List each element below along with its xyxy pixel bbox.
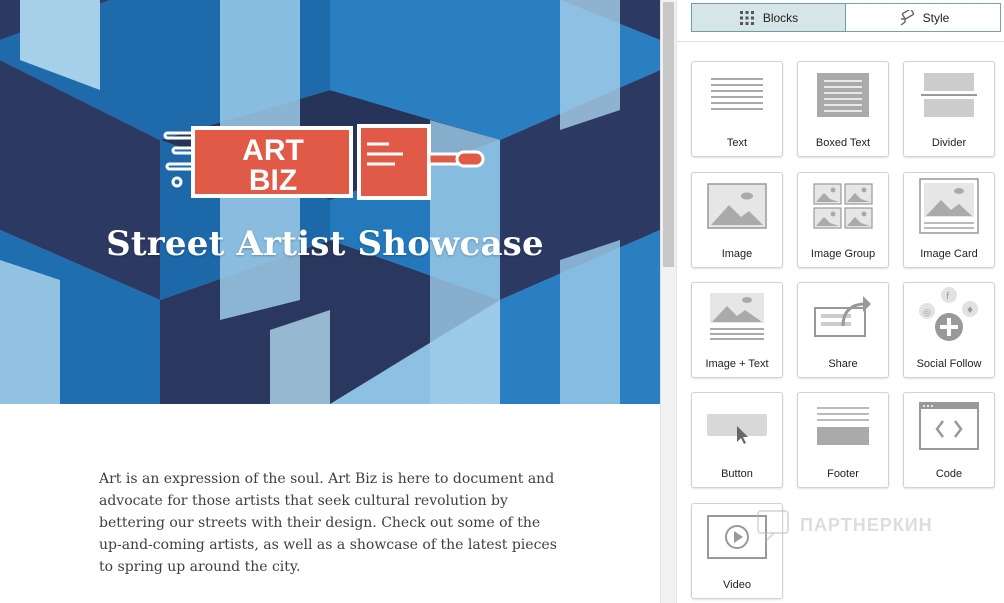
block-video[interactable]: Video — [691, 503, 783, 599]
block-image[interactable]: Image — [691, 172, 783, 268]
video-icon — [692, 504, 782, 570]
block-image-group[interactable]: Image Group — [797, 172, 889, 268]
block-button-label: Button — [721, 468, 753, 480]
grid-icon — [739, 10, 755, 26]
svg-text:◎: ◎ — [923, 308, 931, 318]
hero-title: Street Artist Showcase — [106, 224, 544, 264]
image-icon — [692, 173, 782, 239]
block-divider[interactable]: Divider — [903, 61, 995, 157]
block-video-label: Video — [723, 579, 751, 591]
block-text-label: Text — [726, 137, 748, 149]
logo-line1: ART — [242, 134, 304, 167]
block-boxed-text-label: Boxed Text — [815, 137, 871, 149]
block-code[interactable]: Code — [903, 392, 995, 488]
panel-tabs: Blocks Style — [691, 3, 1001, 32]
code-icon — [904, 393, 994, 459]
email-canvas[interactable]: ART BIZ Street Artist Showcase Art is an… — [0, 0, 660, 603]
footer-icon — [798, 393, 888, 459]
block-image-card-label: Image Card — [920, 248, 978, 260]
intro-paragraph[interactable]: Art is an expression of the soul. Art Bi… — [99, 468, 559, 578]
scrollbar-thumb[interactable] — [663, 2, 674, 267]
image-text-icon — [692, 283, 782, 349]
tab-blocks-label: Blocks — [762, 10, 799, 25]
image-card-icon — [904, 173, 994, 239]
tab-style[interactable]: Style — [846, 3, 1001, 32]
tab-blocks[interactable]: Blocks — [691, 3, 847, 32]
tab-style-label: Style — [922, 10, 950, 25]
button-icon — [692, 393, 782, 459]
block-button[interactable]: Button — [691, 392, 783, 488]
boxed-text-icon — [798, 62, 888, 128]
block-code-label: Code — [935, 468, 963, 480]
block-image-text[interactable]: Image + Text — [691, 282, 783, 378]
paint-roller-icon — [897, 9, 915, 26]
block-text[interactable]: Text — [691, 61, 783, 157]
art-biz-logo: ART BIZ — [163, 124, 485, 200]
block-share-label: Share — [828, 358, 858, 370]
block-social-follow-label: Social Follow — [916, 358, 982, 370]
content-blocks-panel: Blocks Style Text Boxed Text Divider Ima… — [676, 0, 1004, 603]
block-divider-label: Divider — [931, 137, 967, 149]
block-image-label: Image — [721, 248, 753, 260]
social-follow-icon: f ◎ ♦ — [904, 283, 994, 349]
image-group-icon — [798, 173, 888, 239]
block-boxed-text[interactable]: Boxed Text — [797, 61, 889, 157]
share-icon — [798, 283, 888, 349]
block-social-follow[interactable]: f ◎ ♦ Social Follow — [903, 282, 995, 378]
block-image-card[interactable]: Image Card — [903, 172, 995, 268]
block-share[interactable]: Share — [797, 282, 889, 378]
logo-line2: BIZ — [249, 164, 297, 197]
block-image-group-label: Image Group — [810, 248, 876, 260]
block-image-text-label: Image + Text — [705, 358, 769, 370]
svg-text:♦: ♦ — [966, 306, 974, 316]
divider-icon — [904, 62, 994, 128]
canvas-scrollbar[interactable] — [660, 0, 676, 603]
tabs-divider — [677, 41, 1004, 42]
text-icon — [692, 62, 782, 128]
block-footer-label: Footer — [827, 468, 859, 480]
block-footer[interactable]: Footer — [797, 392, 889, 488]
hero-image-section[interactable]: ART BIZ Street Artist Showcase — [0, 0, 660, 404]
